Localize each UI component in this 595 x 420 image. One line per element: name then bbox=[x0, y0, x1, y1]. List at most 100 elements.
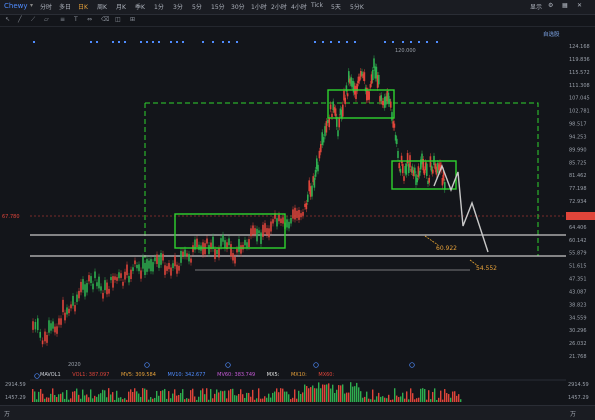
measure-icon[interactable]: ⇔ bbox=[87, 16, 92, 23]
volume-bar bbox=[278, 392, 280, 402]
candle-body bbox=[126, 264, 128, 276]
candle-body bbox=[168, 263, 170, 270]
candle-body bbox=[32, 321, 34, 330]
candle-body bbox=[122, 281, 124, 286]
candlestick-chart[interactable]: 124.168 119.836 115.572 111.308 107.045 102.7… bbox=[0, 27, 595, 402]
layers-icon[interactable]: ◫ bbox=[115, 16, 121, 23]
volume-bar bbox=[166, 398, 168, 402]
candle-body bbox=[66, 307, 68, 315]
volume-bar bbox=[406, 391, 408, 402]
candle-body bbox=[280, 218, 282, 224]
tab-8[interactable]: 5分 bbox=[192, 2, 202, 11]
volume-bar bbox=[96, 396, 98, 402]
candle-body bbox=[186, 253, 188, 257]
price-tick: 77.198 bbox=[569, 186, 587, 192]
tab-16[interactable]: 5分K bbox=[350, 2, 364, 11]
close-icon[interactable]: ✕ bbox=[577, 2, 582, 9]
candle-body bbox=[314, 169, 317, 177]
volume-bar bbox=[258, 388, 260, 402]
volume-bar bbox=[44, 398, 46, 402]
display-button[interactable]: 显示 bbox=[530, 2, 542, 11]
cursor-icon[interactable]: ↖ bbox=[5, 16, 10, 23]
candle-body bbox=[114, 276, 116, 280]
volume-bar bbox=[376, 396, 378, 402]
fib-icon[interactable]: ≡ bbox=[60, 16, 65, 23]
volume-bar bbox=[374, 399, 376, 402]
volume-bar bbox=[136, 391, 138, 402]
volume-bar bbox=[436, 399, 438, 402]
candle-body bbox=[311, 185, 313, 197]
volume-bar bbox=[420, 388, 422, 402]
tab-9[interactable]: 15分 bbox=[211, 2, 225, 11]
volume-bar bbox=[308, 388, 310, 402]
volume-bar bbox=[328, 383, 330, 402]
volume-bar bbox=[326, 384, 328, 402]
volume-bar bbox=[322, 384, 324, 402]
candle-body bbox=[264, 223, 266, 233]
text-icon[interactable]: T bbox=[74, 16, 78, 23]
candle-body bbox=[393, 123, 396, 128]
tab-6[interactable]: 1分 bbox=[154, 2, 164, 11]
volume-bar bbox=[146, 389, 148, 402]
volume-bar bbox=[46, 397, 48, 402]
candle-body bbox=[278, 214, 280, 222]
candle-body bbox=[86, 283, 88, 293]
candle-body bbox=[250, 228, 252, 237]
ray-icon[interactable]: ⟋ bbox=[31, 16, 35, 24]
candle-body bbox=[178, 265, 180, 271]
settings-icon[interactable]: ⚙ bbox=[548, 2, 553, 9]
candle-body bbox=[142, 256, 144, 269]
volume-bar bbox=[54, 394, 56, 402]
chevron-down-icon[interactable]: ▾ bbox=[30, 2, 33, 9]
volume-bar bbox=[378, 392, 380, 402]
line-icon[interactable]: ╱ bbox=[18, 16, 22, 23]
candle-body bbox=[39, 331, 41, 338]
volume-bar bbox=[188, 398, 190, 402]
tab-0[interactable]: 分时 bbox=[40, 2, 52, 11]
tab-5[interactable]: 季K bbox=[135, 2, 145, 11]
price-tick: 60.142 bbox=[569, 238, 587, 244]
candle-body bbox=[174, 255, 176, 267]
tab-14[interactable]: Tick bbox=[311, 2, 323, 9]
volume-bar bbox=[334, 392, 336, 402]
layout-icon[interactable]: ▦ bbox=[562, 2, 568, 9]
volume-bar bbox=[84, 395, 86, 402]
ticker-symbol[interactable]: Chewy bbox=[4, 2, 28, 10]
channel-icon[interactable]: ▱ bbox=[44, 16, 49, 23]
tab-1[interactable]: 多日 bbox=[59, 2, 71, 11]
candle-body bbox=[324, 126, 326, 137]
candle-body bbox=[166, 266, 168, 271]
tab-3[interactable]: 周K bbox=[97, 2, 107, 11]
volume-bar bbox=[156, 390, 158, 402]
candle-body bbox=[236, 248, 238, 253]
candle-body bbox=[318, 150, 321, 159]
tab-11[interactable]: 1小时 bbox=[251, 2, 267, 11]
candle-body bbox=[222, 234, 224, 242]
volume-bar bbox=[250, 396, 252, 402]
candle-body bbox=[344, 97, 346, 105]
volume-bar bbox=[358, 387, 360, 402]
date-label: 2020 bbox=[68, 362, 81, 368]
tab-12[interactable]: 2小时 bbox=[271, 2, 287, 11]
volume-bar bbox=[244, 397, 246, 402]
tab-10[interactable]: 30分 bbox=[231, 2, 245, 11]
eraser-icon[interactable]: ⌫ bbox=[101, 16, 109, 23]
tab-2[interactable]: 日K bbox=[78, 2, 88, 11]
volume-bar bbox=[236, 395, 238, 402]
tab-15[interactable]: 5天 bbox=[331, 2, 341, 11]
grid-icon[interactable]: ⊞ bbox=[130, 16, 135, 23]
volume-bar bbox=[222, 391, 224, 402]
candle-body bbox=[64, 312, 66, 321]
candle-body bbox=[416, 177, 418, 183]
volume-bar bbox=[170, 398, 172, 402]
tab-7[interactable]: 3分 bbox=[173, 2, 183, 11]
volume-bar bbox=[206, 388, 208, 402]
volume-bar bbox=[68, 399, 70, 402]
tab-4[interactable]: 月K bbox=[116, 2, 126, 11]
candle-body bbox=[304, 203, 306, 207]
volume-bar bbox=[286, 391, 288, 402]
tab-13[interactable]: 4小时 bbox=[291, 2, 307, 11]
price-tick: 72.934 bbox=[569, 199, 587, 205]
volume-bar bbox=[408, 399, 410, 402]
volume-legend-vol: VOL1: 387.097 bbox=[72, 372, 110, 378]
